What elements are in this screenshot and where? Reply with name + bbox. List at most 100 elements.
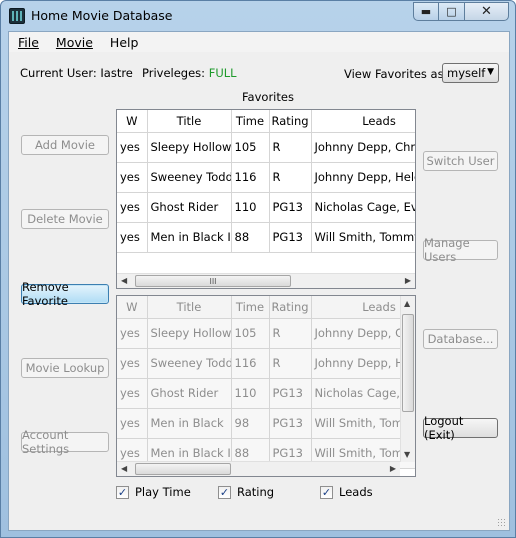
logout-button[interactable]: Logout (Exit) <box>423 414 498 442</box>
leads-checkbox[interactable]: ✓ Leads <box>320 485 373 499</box>
cell-w: yes <box>117 222 148 253</box>
column-header-title[interactable]: Title <box>147 296 232 319</box>
privileges-value: FULL <box>208 66 237 80</box>
title-bar[interactable]: Home Movie Database ▬ □ ✕ <box>1 1 515 31</box>
cell-w: yes <box>117 378 148 409</box>
cell-title: Sweeney Todd <box>147 348 232 379</box>
cell-title: Ghost Rider <box>147 192 232 223</box>
favorites-hscroll-thumb[interactable]: III <box>135 275 291 287</box>
menu-help[interactable]: Help <box>110 35 139 50</box>
all-movies-hscrollbar[interactable]: ◀ ▶ <box>117 461 400 476</box>
menu-movie[interactable]: Movie <box>56 35 93 50</box>
window-title: Home Movie Database <box>31 8 173 23</box>
delete-movie-button[interactable]: Delete Movie <box>21 209 109 229</box>
cell-title: Men in Black <box>147 408 232 439</box>
favorites-table[interactable]: W Title Time Rating Leads yes Sleepy Holl… <box>116 109 416 289</box>
cell-title: Sleepy Hollow <box>147 318 232 349</box>
play-time-checkbox[interactable]: ✓ Play Time <box>116 485 191 499</box>
cell-title: Ghost Rider <box>147 378 232 409</box>
cell-time: 105 <box>231 318 270 349</box>
cell-title: Sweeney Todd <box>147 162 232 193</box>
all-movies-row[interactable]: yesGhost Rider110PG13Nicholas Cage, Eva … <box>117 378 415 409</box>
column-header-w[interactable]: W <box>117 110 148 133</box>
view-favorites-value: myself <box>447 66 486 80</box>
scroll-left-icon[interactable]: ◀ <box>121 276 127 285</box>
cell-rating: PG13 <box>269 192 312 223</box>
current-user-label: Current User: Iastre <box>20 66 133 80</box>
favorites-heading: Favorites <box>242 90 294 104</box>
grip-icon: III <box>209 276 217 286</box>
rating-checkbox-label: Rating <box>237 485 275 499</box>
cell-time: 110 <box>231 378 270 409</box>
resize-grip-icon[interactable] <box>497 518 507 528</box>
cell-rating: R <box>269 162 312 193</box>
column-header-rating[interactable]: Rating <box>269 296 312 319</box>
cell-w: yes <box>117 192 148 223</box>
favorites-row[interactable]: yesGhost Rider110PG13Nicholas Cage, Eva … <box>117 192 415 223</box>
dropdown-arrow-icon: ▼ <box>487 67 494 77</box>
favorites-header-row: W Title Time Rating Leads <box>117 110 415 133</box>
cell-leads: Will Smith, Tommy Lee Jones <box>311 222 415 253</box>
switch-user-button[interactable]: Switch User <box>423 151 498 171</box>
all-movies-row[interactable]: yesSleepy Hollow105RJohnny Depp, Christi… <box>117 318 415 349</box>
database-button[interactable]: Database... <box>423 329 498 349</box>
all-movies-vscroll-thumb[interactable] <box>402 314 414 412</box>
cell-w: yes <box>117 162 148 193</box>
window-controls: ▬ □ ✕ <box>413 2 509 22</box>
manage-users-button[interactable]: Manage Users <box>423 236 498 264</box>
menu-bar: File Movie Help <box>9 32 509 52</box>
movie-lookup-button[interactable]: Movie Lookup <box>21 358 109 378</box>
film-app-icon <box>9 8 25 24</box>
all-movies-table[interactable]: W Title Time Rating Leads yes Sleepy Holl… <box>116 295 416 477</box>
cell-leads: Johnny Depp, Christina Ricci <box>311 132 415 163</box>
rating-checkbox[interactable]: ✓ Rating <box>218 485 274 499</box>
remove-favorite-button[interactable]: Remove Favorite <box>21 280 109 308</box>
leads-checkbox-label: Leads <box>339 485 373 499</box>
menu-file[interactable]: File <box>18 35 39 50</box>
scroll-right-icon[interactable]: ▶ <box>405 276 411 285</box>
favorites-row[interactable]: yesSweeney Todd116RJohnny Depp, Helena B… <box>117 162 415 193</box>
app-window: Home Movie Database ▬ □ ✕ File Movie Hel… <box>0 0 516 538</box>
favorites-row[interactable]: yes Men in Black II 88 PG13 Will Smith, Tomm… <box>117 222 415 253</box>
column-header-time[interactable]: Time <box>231 110 270 133</box>
all-movies-vscrollbar[interactable]: ▲ ▼ <box>400 296 415 462</box>
all-movies-grid: W Title Time Rating Leads yes Sleepy Holl… <box>117 296 415 469</box>
cell-leads: Nicholas Cage, Eva Mendes <box>311 192 415 223</box>
minimize-button[interactable]: ▬ <box>413 2 439 21</box>
favorites-hscrollbar[interactable]: ◀ III ▶ <box>117 273 415 288</box>
cell-leads: Johnny Depp, Helena Bonham Carter <box>311 162 415 193</box>
cell-time: 105 <box>231 132 270 163</box>
all-movies-header-row: W Title Time Rating Leads <box>117 296 415 319</box>
column-header-rating[interactable]: Rating <box>269 110 312 133</box>
scroll-down-icon[interactable]: ▼ <box>404 450 410 459</box>
maximize-button[interactable]: □ <box>439 2 465 21</box>
view-favorites-label: View Favorites as: <box>344 67 448 81</box>
cell-rating: R <box>269 318 312 349</box>
cell-time: 116 <box>231 348 270 379</box>
all-movies-hscroll-thumb[interactable] <box>135 463 231 475</box>
scroll-left-icon[interactable]: ◀ <box>121 464 127 473</box>
cell-title: Men in Black II <box>147 222 232 253</box>
scroll-up-icon[interactable]: ▲ <box>404 299 410 308</box>
client-area: File Movie Help Current User: Iastre Pri… <box>8 31 510 531</box>
cell-w: yes <box>117 318 148 349</box>
checkbox-check-icon: ✓ <box>218 485 231 499</box>
scroll-right-icon[interactable]: ▶ <box>390 464 396 473</box>
view-favorites-select[interactable]: myself ▼ <box>442 63 499 83</box>
column-header-w[interactable]: W <box>117 296 148 319</box>
checkbox-check-icon: ✓ <box>116 485 129 499</box>
cell-time: 98 <box>231 408 270 439</box>
cell-w: yes <box>117 348 148 379</box>
column-header-leads[interactable]: Leads <box>311 110 415 133</box>
all-movies-row[interactable]: yesMen in Black98PG13Will Smith, Tommy L… <box>117 408 415 439</box>
cell-time: 110 <box>231 192 270 223</box>
account-settings-button[interactable]: Account Settings <box>21 428 109 456</box>
column-header-time[interactable]: Time <box>231 296 270 319</box>
all-movies-row[interactable]: yesSweeney Todd116RJohnny Depp, Helena B… <box>117 348 415 379</box>
close-button[interactable]: ✕ <box>465 2 509 21</box>
cell-w: yes <box>117 132 148 163</box>
cell-w: yes <box>117 408 148 439</box>
add-movie-button[interactable]: Add Movie <box>21 135 109 155</box>
column-header-title[interactable]: Title <box>147 110 232 133</box>
favorites-row[interactable]: yesSleepy Hollow105RJohnny Depp, Christi… <box>117 132 415 163</box>
